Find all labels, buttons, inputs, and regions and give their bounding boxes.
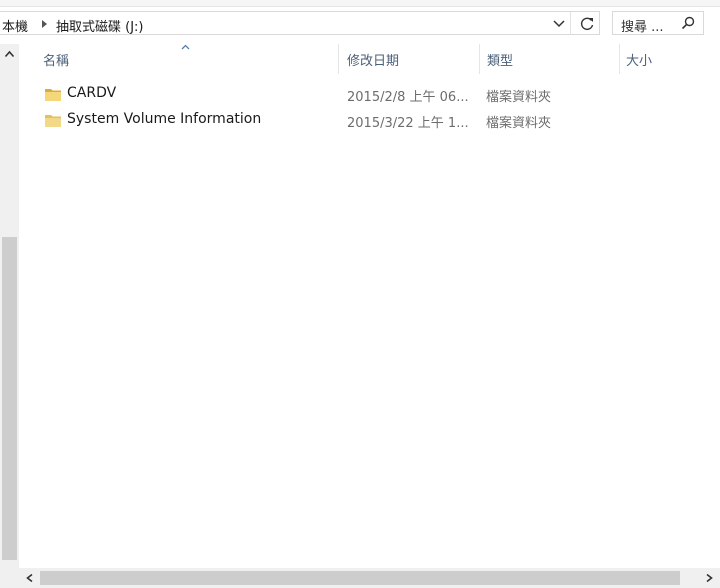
horizontal-scrollbar[interactable]: [19, 568, 720, 588]
horizontal-scrollbar-thumb[interactable]: [40, 571, 680, 585]
column-header-size[interactable]: 大小: [626, 50, 652, 69]
scroll-left-arrow-icon[interactable]: [25, 573, 34, 583]
list-item[interactable]: System Volume Information 2015/3/22 上午 1…: [36, 108, 720, 132]
file-date: 2015/3/22 上午 1...: [347, 116, 469, 131]
sort-ascending-icon: [181, 44, 190, 50]
folder-icon: [45, 89, 61, 101]
search-input[interactable]: 搜尋 ...: [621, 16, 664, 35]
column-header-date[interactable]: 修改日期: [347, 50, 399, 69]
file-type: 檔案資料夾: [486, 90, 552, 105]
scroll-right-arrow-icon[interactable]: [705, 573, 714, 583]
file-date: 2015/2/8 上午 06...: [347, 90, 469, 105]
column-header-type[interactable]: 類型: [487, 50, 513, 69]
search-icon[interactable]: [681, 16, 695, 30]
vertical-scrollbar-thumb[interactable]: [2, 237, 17, 560]
column-separator[interactable]: [479, 44, 480, 74]
folder-icon: [45, 115, 61, 127]
breadcrumb-removable-drive[interactable]: 抽取式磁碟 (J:): [56, 16, 144, 35]
address-divider: [570, 12, 571, 34]
address-bar[interactable]: 本機 抽取式磁碟 (J:): [0, 11, 600, 35]
file-name[interactable]: CARDV: [67, 85, 116, 101]
window-top-strip: [0, 0, 720, 7]
scrollbar-corner: [0, 568, 19, 588]
chevron-down-icon[interactable]: [549, 16, 569, 32]
vertical-scrollbar[interactable]: [0, 44, 19, 568]
file-name[interactable]: System Volume Information: [67, 111, 261, 127]
refresh-icon[interactable]: [578, 15, 596, 33]
column-separator[interactable]: [619, 44, 620, 74]
breadcrumb-this-pc[interactable]: 本機: [2, 16, 28, 35]
search-box[interactable]: 搜尋 ...: [612, 11, 704, 35]
column-header-name[interactable]: 名稱: [43, 50, 69, 69]
column-separator[interactable]: [338, 44, 339, 74]
list-item[interactable]: CARDV 2015/2/8 上午 06... 檔案資料夾: [36, 82, 720, 106]
file-type: 檔案資料夾: [486, 116, 552, 131]
scroll-up-arrow-icon[interactable]: [4, 49, 15, 59]
breadcrumb-separator-icon[interactable]: [42, 20, 47, 28]
